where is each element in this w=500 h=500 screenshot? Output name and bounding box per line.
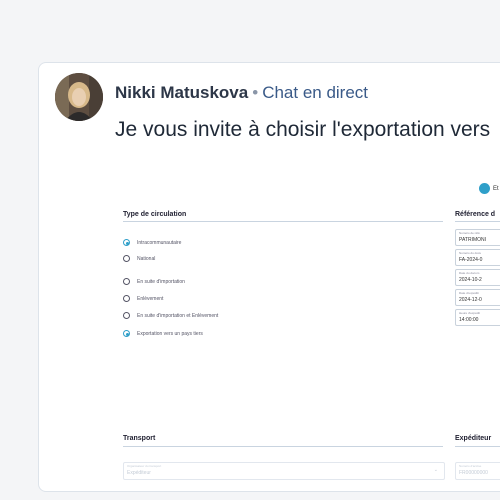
- divider: [455, 221, 500, 222]
- field-value: FA-2024-0: [459, 257, 483, 263]
- document-number-field[interactable]: Numéro du docu FA-2024-0: [455, 249, 500, 266]
- embedded-form-screenshot: Et Type de circulation Intracommunautair…: [39, 173, 500, 491]
- radio-unchecked-icon[interactable]: [123, 295, 130, 302]
- radio-unchecked-icon[interactable]: [123, 255, 130, 262]
- field-value: 2024-12-0: [459, 297, 482, 303]
- radio-label: Exportation vers un pays tiers: [137, 330, 203, 337]
- field-label: Date du docum: [459, 271, 480, 275]
- radio-unchecked-icon[interactable]: [123, 312, 130, 319]
- step-indicator-icon: [479, 183, 490, 194]
- channel-label[interactable]: Chat en direct: [262, 83, 368, 102]
- field-label: Organisateur du transport: [127, 464, 162, 468]
- radio-unchecked-icon[interactable]: [123, 278, 130, 285]
- field-label: Numéro de réfé: [459, 231, 480, 235]
- document-date-field[interactable]: Date du docum 2024-10-2: [455, 269, 500, 286]
- radio-checked-icon[interactable]: [123, 330, 130, 337]
- radio-checked-icon[interactable]: [123, 239, 130, 246]
- avatar-photo: [55, 73, 103, 121]
- stepper: Et: [479, 183, 499, 194]
- field-value: 2024-10-2: [459, 277, 482, 283]
- radio-option[interactable]: En suite d'importation: [123, 278, 185, 285]
- post-header: Nikki Matuskova • Chat en direct: [115, 83, 368, 103]
- section-title-reference: Référence d: [455, 211, 496, 218]
- field-value: Expéditeur: [127, 470, 151, 476]
- field-value: FR00000000: [459, 470, 488, 476]
- divider: [123, 221, 443, 222]
- transport-organizer-select[interactable]: Organisateur du transport Expéditeur ⌄: [123, 462, 445, 480]
- section-title-circulation: Type de circulation: [123, 211, 187, 218]
- divider: [123, 446, 443, 447]
- shipping-time-field[interactable]: Heure d'expédit 14:00:00: [455, 309, 500, 326]
- message-text: Je vous invite à choisir l'exportation v…: [115, 118, 491, 141]
- section-title-transport: Transport: [123, 435, 156, 442]
- field-label: Heure d'expédit: [459, 311, 480, 315]
- field-label: Numéro du docu: [459, 251, 482, 255]
- radio-label: En suite d'importation: [137, 278, 185, 285]
- section-title-expediteur: Expéditeur: [455, 435, 492, 442]
- field-label: Date d'expéditi: [459, 291, 479, 295]
- avatar[interactable]: [55, 73, 103, 121]
- step-label: Et: [493, 185, 499, 192]
- separator-dot: •: [252, 83, 259, 102]
- radio-option[interactable]: Exportation vers un pays tiers: [123, 330, 203, 337]
- radio-option[interactable]: National: [123, 255, 155, 262]
- chat-message-card: Nikki Matuskova • Chat en direct Je vous i…: [38, 62, 500, 492]
- radio-option[interactable]: Enlèvement: [123, 295, 163, 302]
- radio-option[interactable]: Intracommunautaire: [123, 239, 181, 246]
- excise-number-field[interactable]: Numéro d'accise FR00000000: [455, 462, 500, 480]
- chevron-down-icon: ⌄: [433, 467, 438, 473]
- field-label: Numéro d'accise: [459, 464, 482, 468]
- radio-label: National: [137, 255, 156, 262]
- shipping-date-field[interactable]: Date d'expéditi 2024-12-0: [455, 289, 500, 306]
- field-value: 14:00:00: [459, 317, 479, 323]
- radio-label: Intracommunautaire: [137, 239, 182, 246]
- radio-option[interactable]: En suite d'importation et Enlèvement: [123, 312, 218, 319]
- radio-label: En suite d'importation et Enlèvement: [137, 312, 219, 319]
- field-value: PATRIMONI: [459, 237, 487, 243]
- author-name[interactable]: Nikki Matuskova: [115, 83, 248, 102]
- divider: [455, 446, 500, 447]
- radio-label: Enlèvement: [137, 295, 164, 302]
- reference-number-field[interactable]: Numéro de réfé PATRIMONI: [455, 229, 500, 246]
